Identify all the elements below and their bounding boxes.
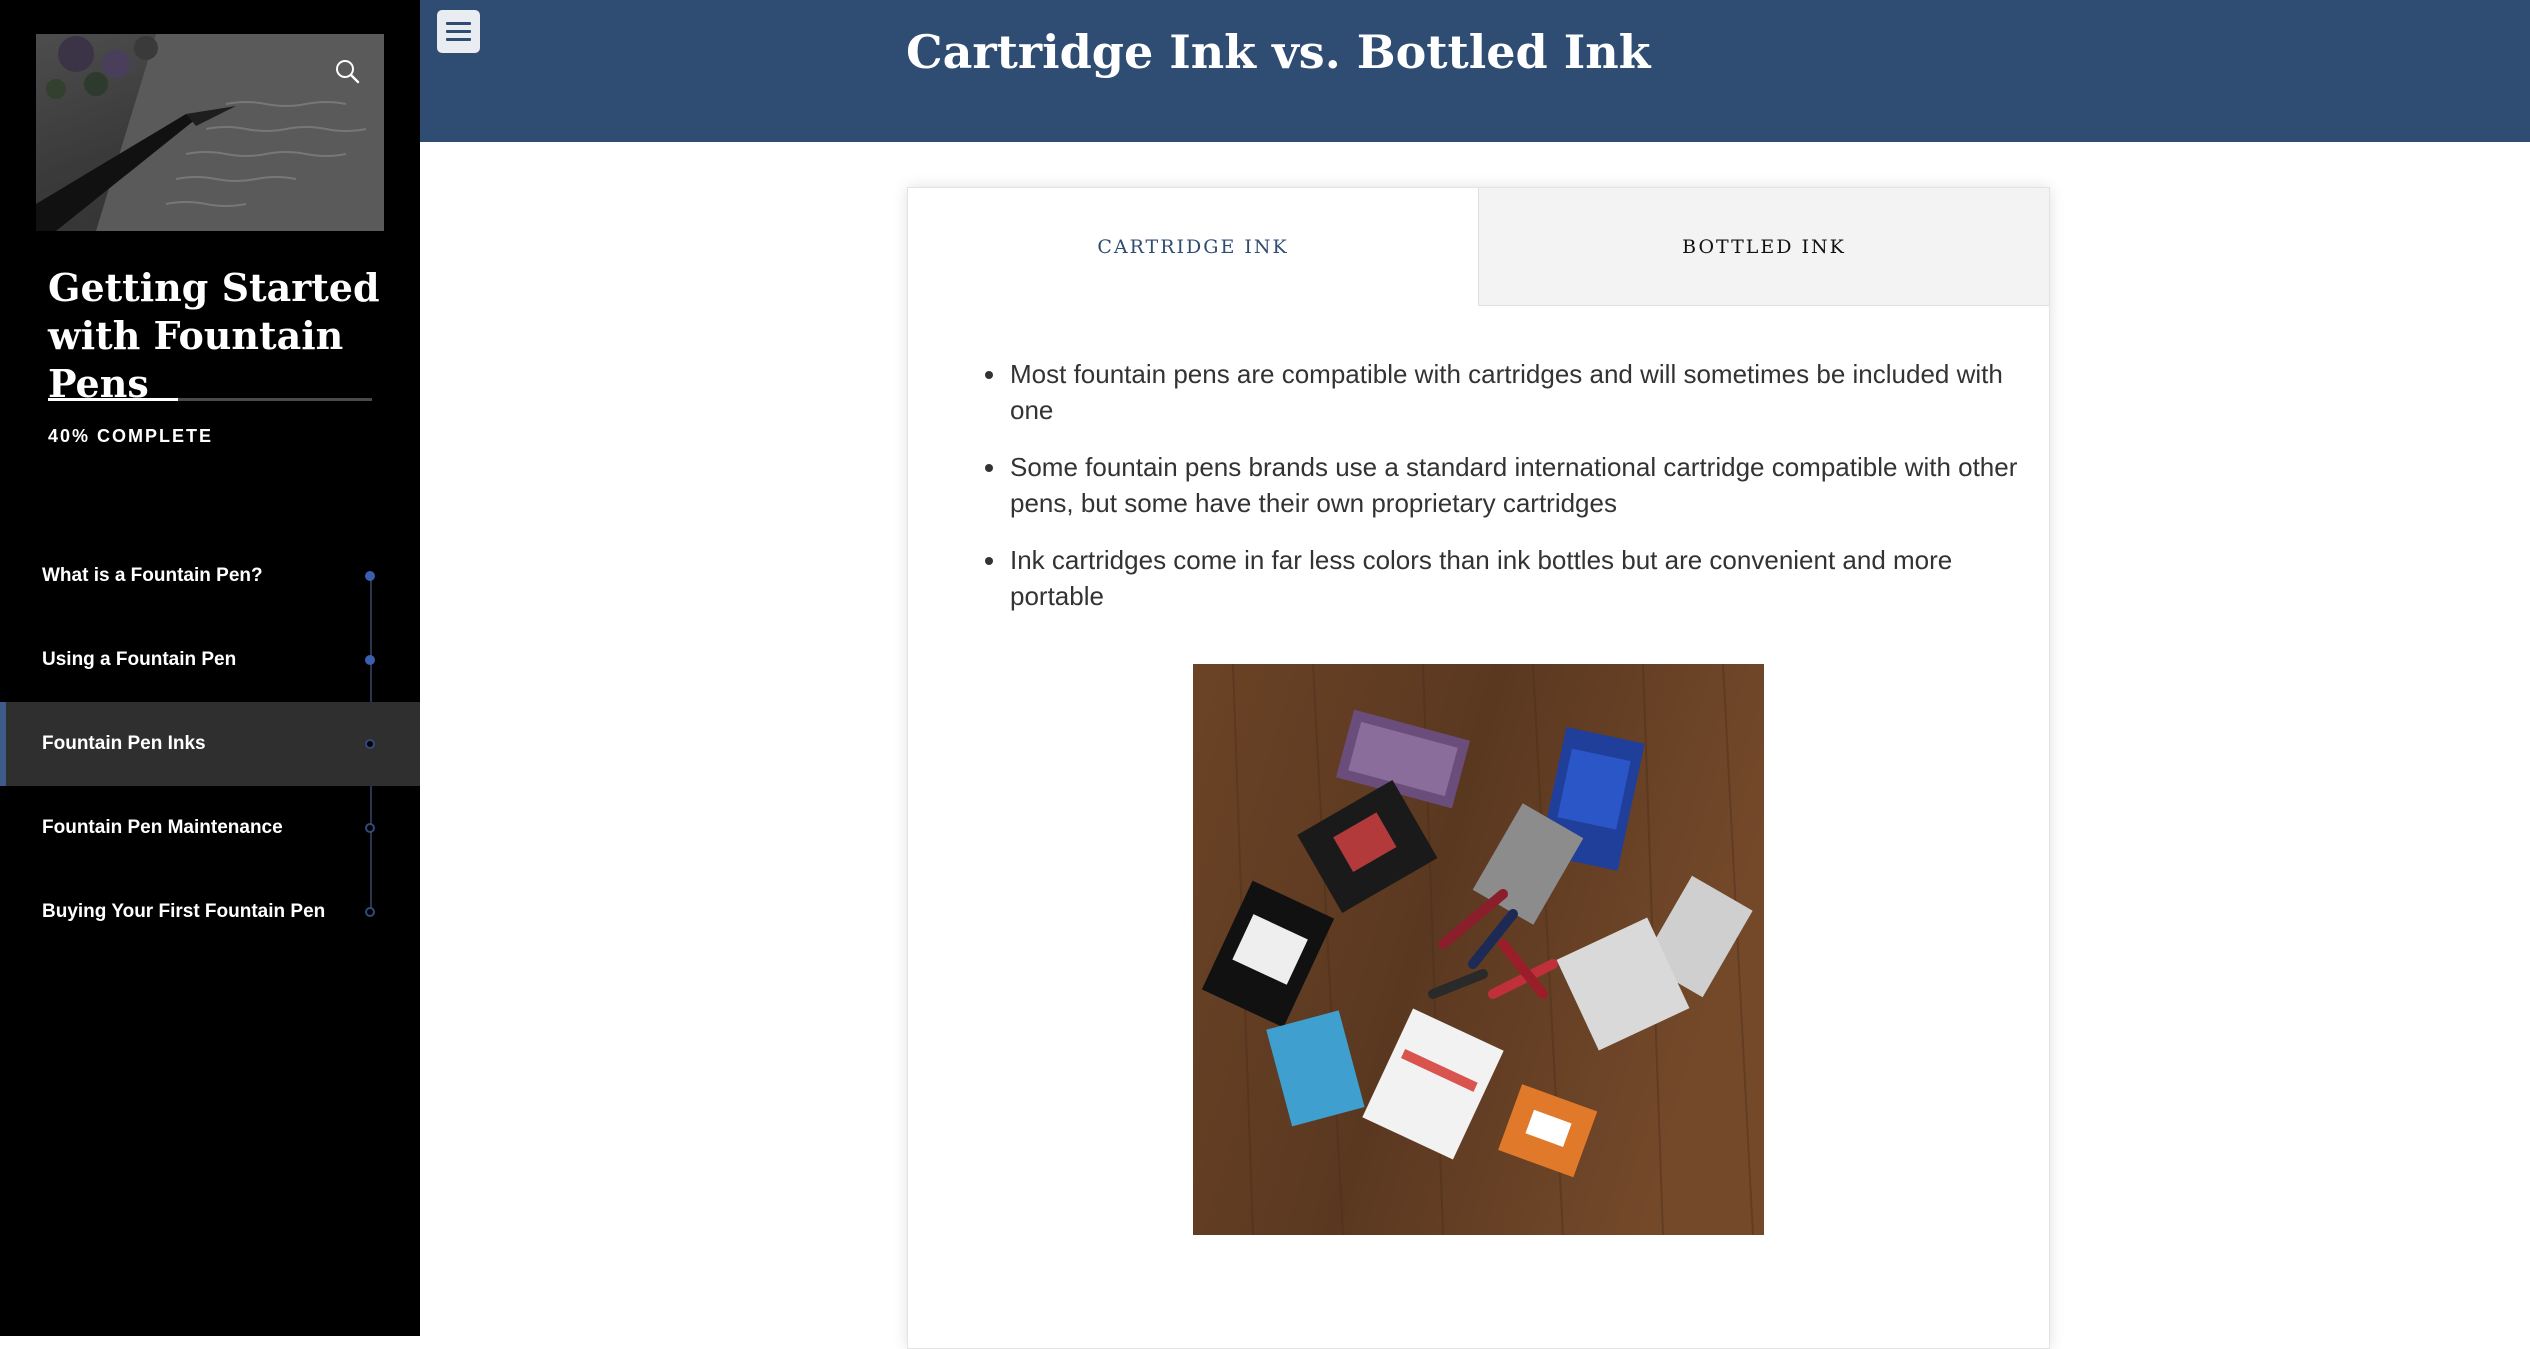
list-item: Most fountain pens are compatible with c… <box>1008 356 2038 428</box>
course-progress-fill <box>48 398 178 401</box>
course-progress-bar <box>48 398 372 401</box>
sidebar-item-what-is-a-fountain-pen[interactable]: What is a Fountain Pen? <box>0 534 420 618</box>
sidebar-item-label: Using a Fountain Pen <box>42 649 237 670</box>
sidebar-item-label: Buying Your First Fountain Pen <box>42 901 326 922</box>
search-icon[interactable] <box>330 54 366 90</box>
lesson-complete-indicator <box>365 655 375 665</box>
sidebar: Getting Started with Fountain Pens 40% C… <box>0 0 420 1336</box>
page-title: Cartridge Ink vs. Bottled Ink <box>906 25 1651 79</box>
sidebar-item-fountain-pen-maintenance[interactable]: Fountain Pen Maintenance <box>0 786 420 870</box>
sidebar-item-buying-your-first-fountain-pen[interactable]: Buying Your First Fountain Pen <box>0 870 420 954</box>
list-item: Ink cartridges come in far less colors t… <box>1008 542 2038 614</box>
sidebar-item-fountain-pen-inks[interactable]: Fountain Pen Inks <box>0 702 420 786</box>
lesson-incomplete-indicator <box>365 823 375 833</box>
hamburger-menu-icon[interactable] <box>437 10 480 53</box>
sidebar-item-using-a-fountain-pen[interactable]: Using a Fountain Pen <box>0 618 420 702</box>
lesson-incomplete-indicator <box>365 907 375 917</box>
course-cover-image <box>36 34 384 231</box>
list-item: Some fountain pens brands use a standard… <box>1008 449 2038 521</box>
ink-cartridges-photo <box>1193 664 1764 1235</box>
sidebar-item-label: What is a Fountain Pen? <box>42 565 263 586</box>
tab-cartridge-ink[interactable]: CARTRIDGE INK <box>908 188 1478 306</box>
tab-list: CARTRIDGE INK BOTTLED INK <box>908 188 2049 306</box>
course-title: Getting Started with Fountain Pens <box>48 265 380 406</box>
lesson-incomplete-indicator <box>365 739 375 749</box>
tabs-block: CARTRIDGE INK BOTTLED INK Most fountain … <box>907 187 2050 1349</box>
tab-content-list: Most fountain pens are compatible with c… <box>964 356 2038 635</box>
lesson-complete-indicator <box>365 571 375 581</box>
lesson-nav: What is a Fountain Pen? Using a Fountain… <box>0 534 420 954</box>
sidebar-item-label: Fountain Pen Maintenance <box>42 817 283 838</box>
tab-bottled-ink[interactable]: BOTTLED INK <box>1478 188 2049 306</box>
course-progress-label: 40% COMPLETE <box>48 426 214 446</box>
sidebar-item-label: Fountain Pen Inks <box>42 733 206 754</box>
